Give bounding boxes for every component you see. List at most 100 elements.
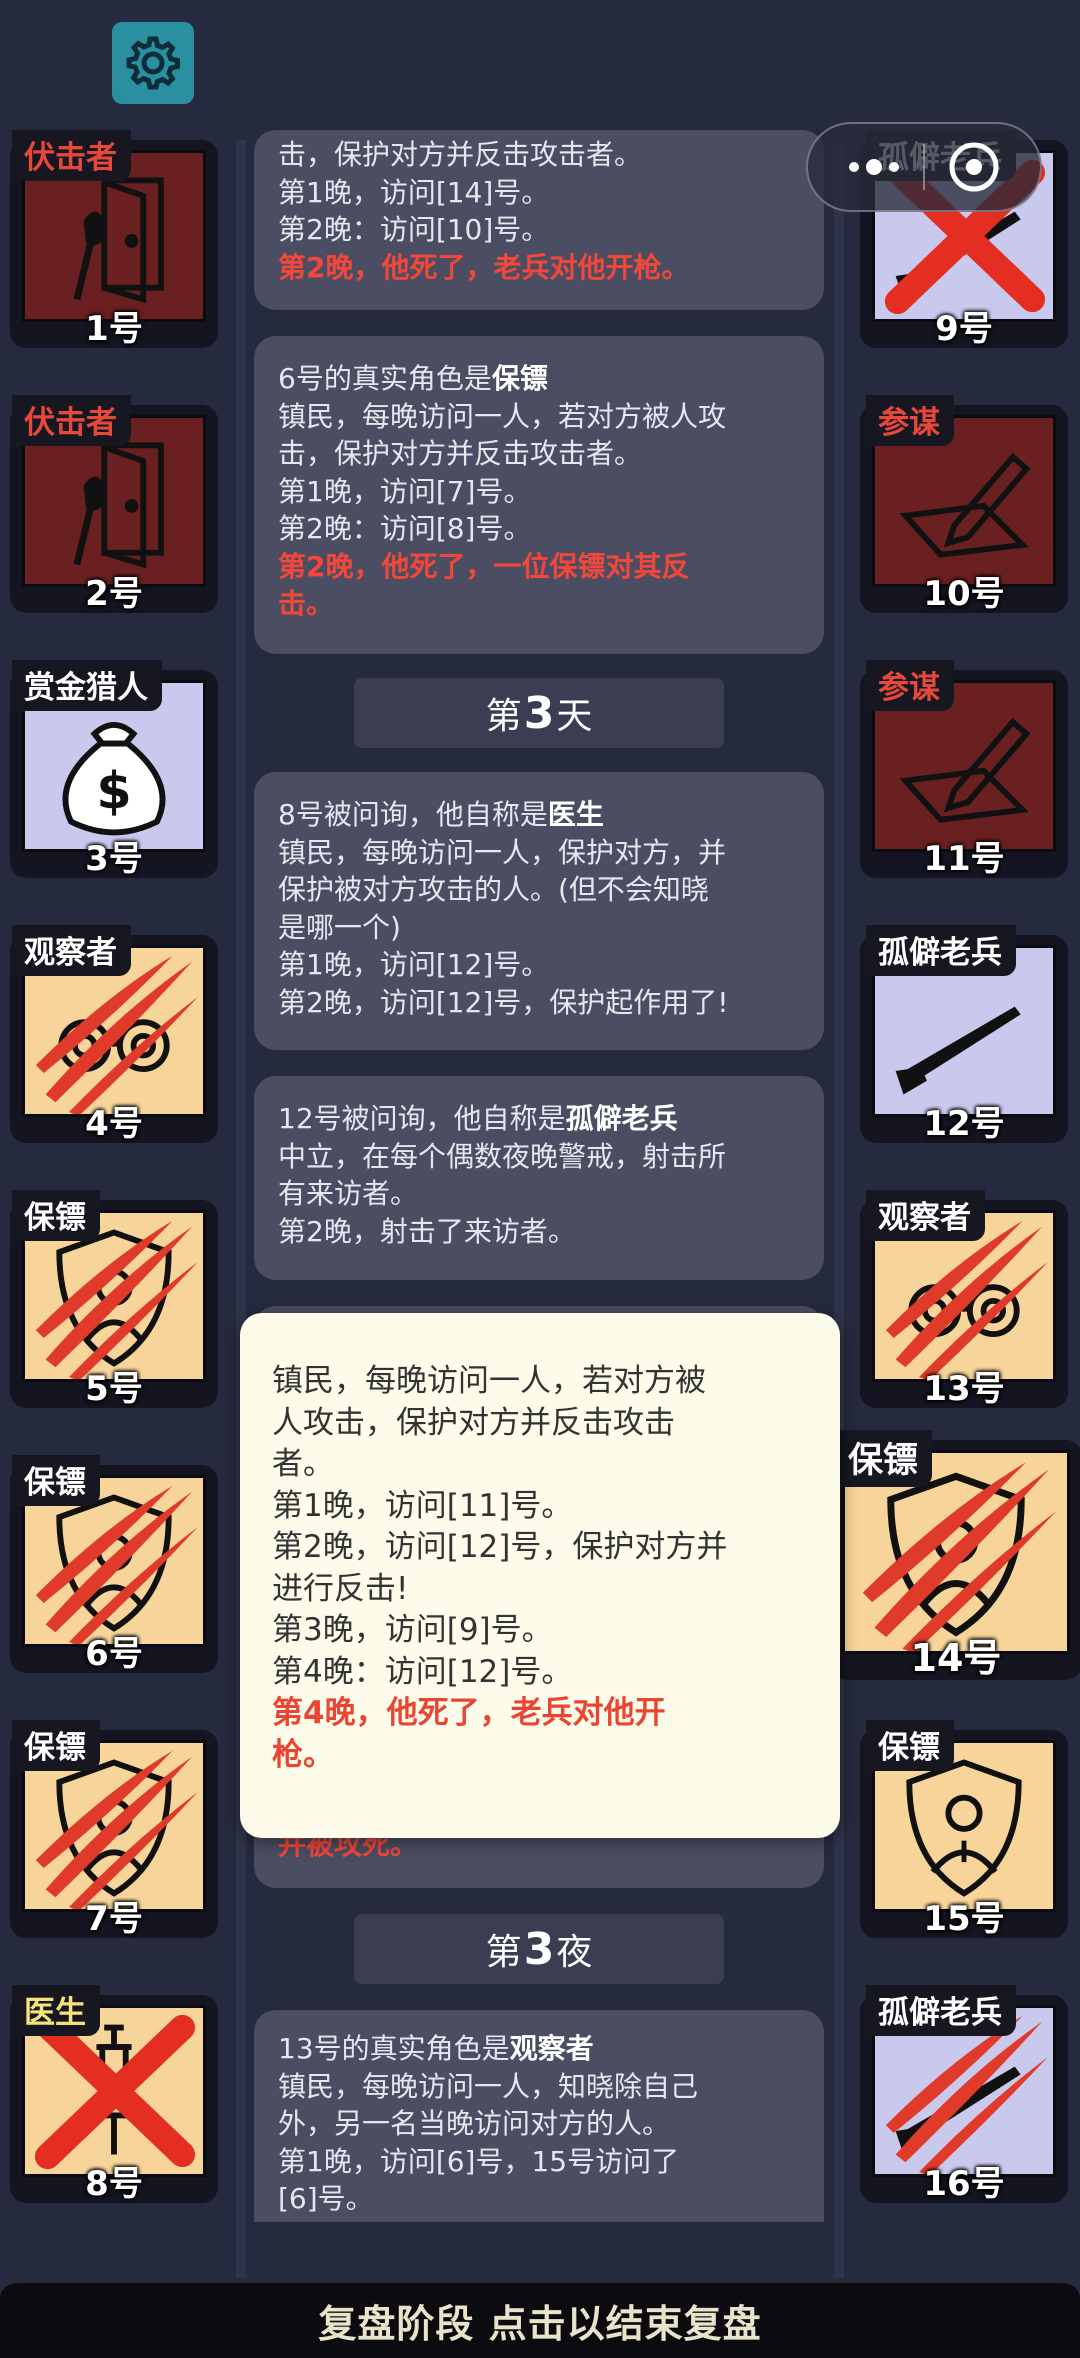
log-line: 12号被问询，他自称是孤僻老兵	[278, 1102, 678, 1135]
log-line: 第2晚：访问[10]号。	[278, 213, 550, 246]
more-dots-icon[interactable]	[846, 157, 902, 177]
popup-line: 第2晚，访问[12]号，保护对方并	[272, 1529, 728, 1565]
player-role: 参谋	[866, 395, 954, 446]
player-number: 9号	[935, 309, 993, 349]
player-number: 14号	[910, 1636, 1002, 1680]
popup-line: 进行反击!	[272, 1570, 409, 1607]
log-line: 第1晚，访问[7]号。	[278, 474, 532, 508]
settings-button[interactable]	[112, 22, 194, 104]
log-entry: 击，保护对方并反击攻击者。 第1晚，访问[14]号。 第2晚：访问[10]号。 …	[254, 130, 824, 310]
popup-line: 者。	[272, 1446, 334, 1482]
player-card-10[interactable]: 参谋 10号	[860, 395, 1068, 614]
popup-line: 第4晚：访问[12]号。	[272, 1653, 573, 1690]
log-entry: 8号被问询，他自称是医生 镇民，每晚访问一人，保护对方，并 保护被对方攻击的人。…	[254, 772, 824, 1050]
log-line: 是哪一个)	[278, 910, 401, 944]
log-line: 6号的真实角色是保镖	[278, 362, 548, 395]
player-number: 13号	[923, 1369, 1005, 1409]
log-line: 8号被问询，他自称是医生	[278, 798, 604, 831]
log-line: 中立，在每个偶数夜晚警戒，射击所	[278, 1139, 727, 1173]
player-number: 6号	[85, 1634, 143, 1674]
log-line: 击，保护对方并反击攻击者。	[278, 138, 643, 171]
player-number: 10号	[923, 574, 1005, 614]
log-line: 有来访者。	[278, 1177, 419, 1210]
day-header: 第3天	[354, 678, 724, 748]
svg-text:$: $	[96, 761, 131, 820]
player-number: 11号	[923, 839, 1005, 879]
player-role: 观察者	[12, 925, 131, 976]
log-death-line: 第2晚，他死了，一位保镖对其反	[278, 549, 690, 583]
log-death-line: 第2晚，他死了，老兵对他开枪。	[278, 250, 690, 284]
target-circle-icon[interactable]	[946, 139, 1002, 195]
log-column-edge	[236, 140, 246, 2278]
log-death-line: 击。	[278, 587, 335, 620]
player-card-15[interactable]: 保镖 15号	[860, 1720, 1068, 1939]
player-card-1[interactable]: 伏击者 1号	[10, 130, 218, 349]
player-number: 2号	[85, 574, 143, 614]
player-number: 4号	[85, 1104, 143, 1144]
player-card-7[interactable]: 保镖 7号	[10, 1720, 218, 1939]
player-role: 孤僻老兵	[866, 1985, 1016, 2036]
player-number: 12号	[923, 1104, 1005, 1144]
player-card-2[interactable]: 伏击者 2号	[10, 395, 218, 614]
log-line: 保护被对方攻击的人。(但不会知晓	[278, 873, 709, 906]
popup-death-line: 枪。	[272, 1736, 334, 1773]
player-role: 参谋	[866, 660, 954, 711]
log-line: 第2晚，射击了来访者。	[278, 1214, 576, 1248]
log-entry: 13号的真实角色是观察者 镇民，每晚访问一人，知晓除自己 外，另一名当晚访问对方…	[254, 2010, 824, 2222]
player-number: 16号	[923, 2164, 1005, 2204]
capsule-divider	[922, 144, 925, 190]
player-card-3[interactable]: 赏金猎人 $ 3号	[10, 660, 218, 879]
log-line: 13号的真实角色是观察者	[278, 2032, 594, 2065]
player-card-6[interactable]: 保镖 6号	[10, 1455, 218, 1674]
log-line: 第2晚，访问[12]号，保护起作用了!	[278, 985, 729, 1019]
player-role: 观察者	[866, 1190, 985, 1241]
gear-icon	[126, 36, 180, 90]
player-role: 孤僻老兵	[866, 925, 1016, 976]
role-detail-popup[interactable]: 镇民，每晚访问一人，若对方被 人攻击，保护对方并反击攻击 者。 第1晚，访问[1…	[240, 1313, 840, 1838]
player-number: 5号	[85, 1369, 143, 1409]
player-card-13[interactable]: 观察者 13号	[860, 1190, 1068, 1409]
log-column-edge	[834, 140, 844, 2278]
player-card-14[interactable]: 保镖 14号	[830, 1430, 1080, 1680]
player-card-8[interactable]: 医生 8号	[10, 1985, 218, 2204]
popup-death-line: 第4晚，他死了，老兵对他开	[272, 1695, 666, 1731]
replay-log[interactable]: 击，保护对方并反击攻击者。 第1晚，访问[14]号。 第2晚：访问[10]号。 …	[250, 0, 830, 2358]
player-role: 伏击者	[12, 395, 131, 446]
popup-line: 人攻击，保护对方并反击攻击	[272, 1404, 675, 1441]
player-role: 保镖	[12, 1455, 100, 1506]
log-line: 第2晚：访问[8]号。	[278, 512, 532, 545]
log-line: 第1晚，访问[12]号。	[278, 948, 550, 981]
player-role: 保镖	[866, 1720, 954, 1771]
log-line: 第1晚，访问[6]号，15号访问了	[278, 2144, 680, 2178]
log-line: 镇民，每晚访问一人，保护对方，并	[278, 835, 727, 869]
night-header: 第3夜	[354, 1914, 724, 1984]
player-number: 1号	[85, 309, 143, 349]
log-line: [6]号。	[278, 2182, 374, 2215]
player-role: 医生	[12, 1985, 100, 2036]
player-role: 保镖	[12, 1720, 100, 1771]
player-role: 伏击者	[12, 130, 131, 181]
player-number: 3号	[85, 839, 143, 879]
popup-line: 第1晚，访问[11]号。	[272, 1487, 573, 1524]
log-line: 第1晚，访问[14]号。	[278, 175, 550, 209]
log-entry: 12号被问询，他自称是孤僻老兵 中立，在每个偶数夜晚警戒，射击所 有来访者。 第…	[254, 1076, 824, 1280]
player-role: 保镖	[12, 1190, 100, 1241]
player-role: 赏金猎人	[12, 660, 162, 711]
player-number: 15号	[923, 1899, 1005, 1939]
player-card-5[interactable]: 保镖 5号	[10, 1190, 218, 1409]
log-line: 外，另一名当晚访问对方的人。	[278, 2107, 671, 2140]
log-line: 镇民，每晚访问一人，若对方被人攻	[278, 399, 727, 433]
mini-program-capsule	[806, 122, 1042, 212]
log-line: 击，保护对方并反击攻击者。	[278, 437, 643, 470]
player-number: 8号	[85, 2164, 143, 2204]
player-card-11[interactable]: 参谋 11号	[860, 660, 1068, 879]
log-entry: 6号的真实角色是保镖 镇民，每晚访问一人，若对方被人攻 击，保护对方并反击攻击者…	[254, 336, 824, 654]
popup-line: 镇民，每晚访问一人，若对方被	[272, 1363, 706, 1399]
player-card-16[interactable]: 孤僻老兵 16号	[860, 1985, 1068, 2204]
player-number: 7号	[85, 1899, 143, 1939]
player-card-4[interactable]: 观察者 4号	[10, 925, 218, 1144]
log-line: 镇民，每晚访问一人，知晓除自己	[278, 2069, 699, 2103]
popup-line: 第3晚，访问[9]号。	[272, 1612, 553, 1648]
player-role: 保镖	[836, 1430, 933, 1487]
player-card-12[interactable]: 孤僻老兵 12号	[860, 925, 1068, 1144]
